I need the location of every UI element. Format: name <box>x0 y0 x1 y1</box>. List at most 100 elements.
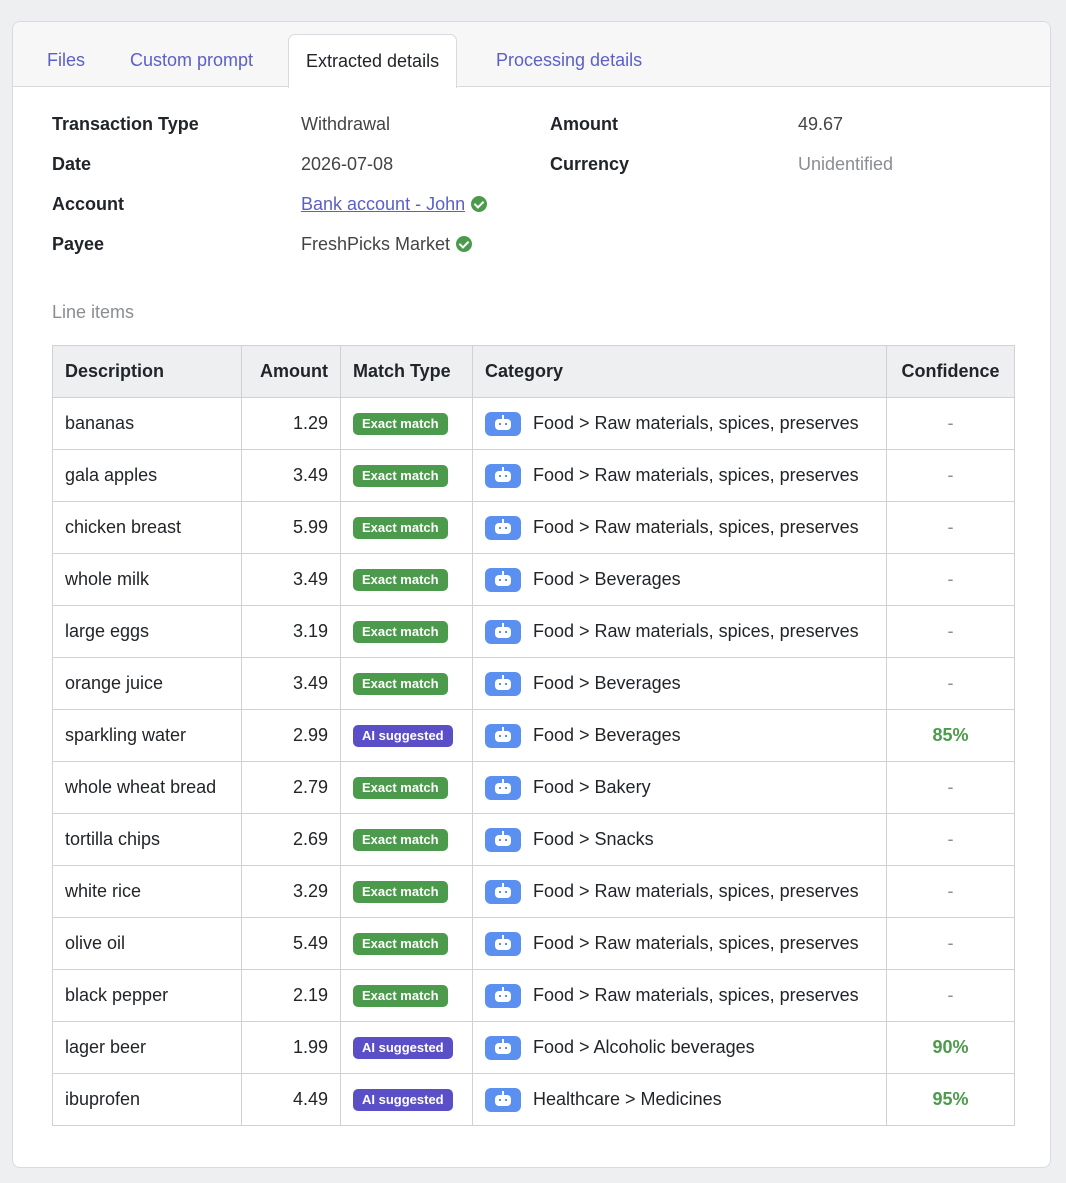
table-row: sparkling water 2.99 AI suggested Food > Be… <box>52 709 1015 762</box>
row-amount: 3.49 <box>241 449 341 502</box>
match-type-badge: Exact match <box>353 777 448 799</box>
table-row: whole wheat bread 2.79 Exact match Food > B… <box>52 761 1015 814</box>
row-amount: 1.99 <box>241 1021 341 1074</box>
row-amount: 3.49 <box>241 553 341 606</box>
row-description: whole milk <box>52 553 242 606</box>
row-confidence: 85% <box>886 709 1015 762</box>
robot-icon <box>485 879 521 904</box>
row-confidence: - <box>886 657 1015 710</box>
row-description: olive oil <box>52 917 242 970</box>
account-label: Account <box>52 194 124 214</box>
row-confidence: - <box>886 605 1015 658</box>
row-amount: 2.69 <box>241 813 341 866</box>
table-row: whole milk 3.49 Exact match Food > Beverage… <box>52 553 1015 606</box>
category-label: Food > Raw materials, spices, preserves <box>533 932 859 953</box>
row-confidence: - <box>886 397 1015 450</box>
row-description: lager beer <box>52 1021 242 1074</box>
amount-label: Amount <box>550 114 618 134</box>
row-confidence: 95% <box>886 1073 1015 1126</box>
row-confidence: - <box>886 449 1015 502</box>
category-label: Food > Beverages <box>533 672 681 693</box>
robot-icon <box>485 567 521 592</box>
row-description: black pepper <box>52 969 242 1022</box>
match-type-badge: Exact match <box>353 881 448 903</box>
row-amount: 2.19 <box>241 969 341 1022</box>
row-category[interactable]: Food > Alcoholic beverages <box>472 1021 887 1074</box>
row-confidence: - <box>886 813 1015 866</box>
row-match-type: Exact match <box>340 553 473 606</box>
row-amount: 5.99 <box>241 501 341 554</box>
column-header-amount: Amount <box>241 345 341 398</box>
row-category[interactable]: Food > Raw materials, spices, preserves <box>472 917 887 970</box>
row-category[interactable]: Food > Raw materials, spices, preserves <box>472 449 887 502</box>
column-header-description: Description <box>52 345 242 398</box>
row-match-type: Exact match <box>340 397 473 450</box>
robot-icon <box>485 515 521 540</box>
table-row: large eggs 3.19 Exact match Food > Raw mate… <box>52 605 1015 658</box>
row-amount: 5.49 <box>241 917 341 970</box>
row-match-type: Exact match <box>340 449 473 502</box>
table-row: black pepper 2.19 Exact match Food > Raw ma… <box>52 969 1015 1022</box>
table-row: white rice 3.29 Exact match Food > Raw mate… <box>52 865 1015 918</box>
row-description: tortilla chips <box>52 813 242 866</box>
category-label: Food > Raw materials, spices, preserves <box>533 464 859 485</box>
row-category[interactable]: Food > Snacks <box>472 813 887 866</box>
row-match-type: AI suggested <box>340 709 473 762</box>
robot-icon <box>485 723 521 748</box>
row-amount: 3.19 <box>241 605 341 658</box>
row-category[interactable]: Food > Raw materials, spices, preserves <box>472 969 887 1022</box>
match-type-badge: Exact match <box>353 933 448 955</box>
line-items-title: Line items <box>52 302 135 322</box>
robot-icon <box>485 463 521 488</box>
tab-files[interactable]: Files <box>30 34 102 86</box>
category-label: Food > Raw materials, spices, preserves <box>533 880 859 901</box>
row-description: gala apples <box>52 449 242 502</box>
table-row: lager beer 1.99 AI suggested Food > Alcohol… <box>52 1021 1015 1074</box>
category-label: Food > Beverages <box>533 568 681 589</box>
amount-value: 49.67 <box>798 114 844 134</box>
tab-bar: Files Custom prompt Extracted details Pr… <box>13 22 1050 88</box>
row-amount: 4.49 <box>241 1073 341 1126</box>
line-items-table: Description Amount Match Type Category C… <box>52 345 1015 1126</box>
row-match-type: Exact match <box>340 813 473 866</box>
robot-icon <box>485 671 521 696</box>
payee-label: Payee <box>52 234 105 254</box>
row-category[interactable]: Healthcare > Medicines <box>472 1073 887 1126</box>
date-value: 2026-07-08 <box>301 154 394 174</box>
payee-name: FreshPicks Market <box>301 234 451 254</box>
account-value: Bank account - John <box>301 194 488 215</box>
row-category[interactable]: Food > Beverages <box>472 553 887 606</box>
match-type-badge: Exact match <box>353 569 448 591</box>
row-category[interactable]: Food > Raw materials, spices, preserves <box>472 865 887 918</box>
row-category[interactable]: Food > Beverages <box>472 657 887 710</box>
check-circle-icon <box>471 196 488 212</box>
row-category[interactable]: Food > Raw materials, spices, preserves <box>472 397 887 450</box>
category-label: Food > Bakery <box>533 776 651 797</box>
category-label: Food > Beverages <box>533 724 681 745</box>
tab-custom-prompt[interactable]: Custom prompt <box>113 34 270 86</box>
table-row: tortilla chips 2.69 Exact match Food > Snac… <box>52 813 1015 866</box>
row-category[interactable]: Food > Bakery <box>472 761 887 814</box>
tab-processing-details[interactable]: Processing details <box>479 34 659 86</box>
row-confidence: 90% <box>886 1021 1015 1074</box>
row-amount: 1.29 <box>241 397 341 450</box>
account-link[interactable]: Bank account - John <box>301 194 465 214</box>
row-match-type: AI suggested <box>340 1073 473 1126</box>
table-row: chicken breast 5.99 Exact match Food > Raw … <box>52 501 1015 554</box>
column-header-confidence: Confidence <box>886 345 1015 398</box>
robot-icon <box>485 1035 521 1060</box>
match-type-badge: Exact match <box>353 465 448 487</box>
row-amount: 3.49 <box>241 657 341 710</box>
tab-extracted-details[interactable]: Extracted details <box>288 34 458 88</box>
transaction-type-value: Withdrawal <box>301 114 391 134</box>
match-type-badge: Exact match <box>353 985 448 1007</box>
row-match-type: Exact match <box>340 761 473 814</box>
row-confidence: - <box>886 917 1015 970</box>
match-type-badge: AI suggested <box>353 1037 453 1059</box>
row-description: whole wheat bread <box>52 761 242 814</box>
row-category[interactable]: Food > Raw materials, spices, preserves <box>472 501 887 554</box>
row-category[interactable]: Food > Beverages <box>472 709 887 762</box>
row-category[interactable]: Food > Raw materials, spices, preserves <box>472 605 887 658</box>
table-header-row: Description Amount Match Type Category C… <box>52 345 1015 398</box>
row-match-type: Exact match <box>340 605 473 658</box>
